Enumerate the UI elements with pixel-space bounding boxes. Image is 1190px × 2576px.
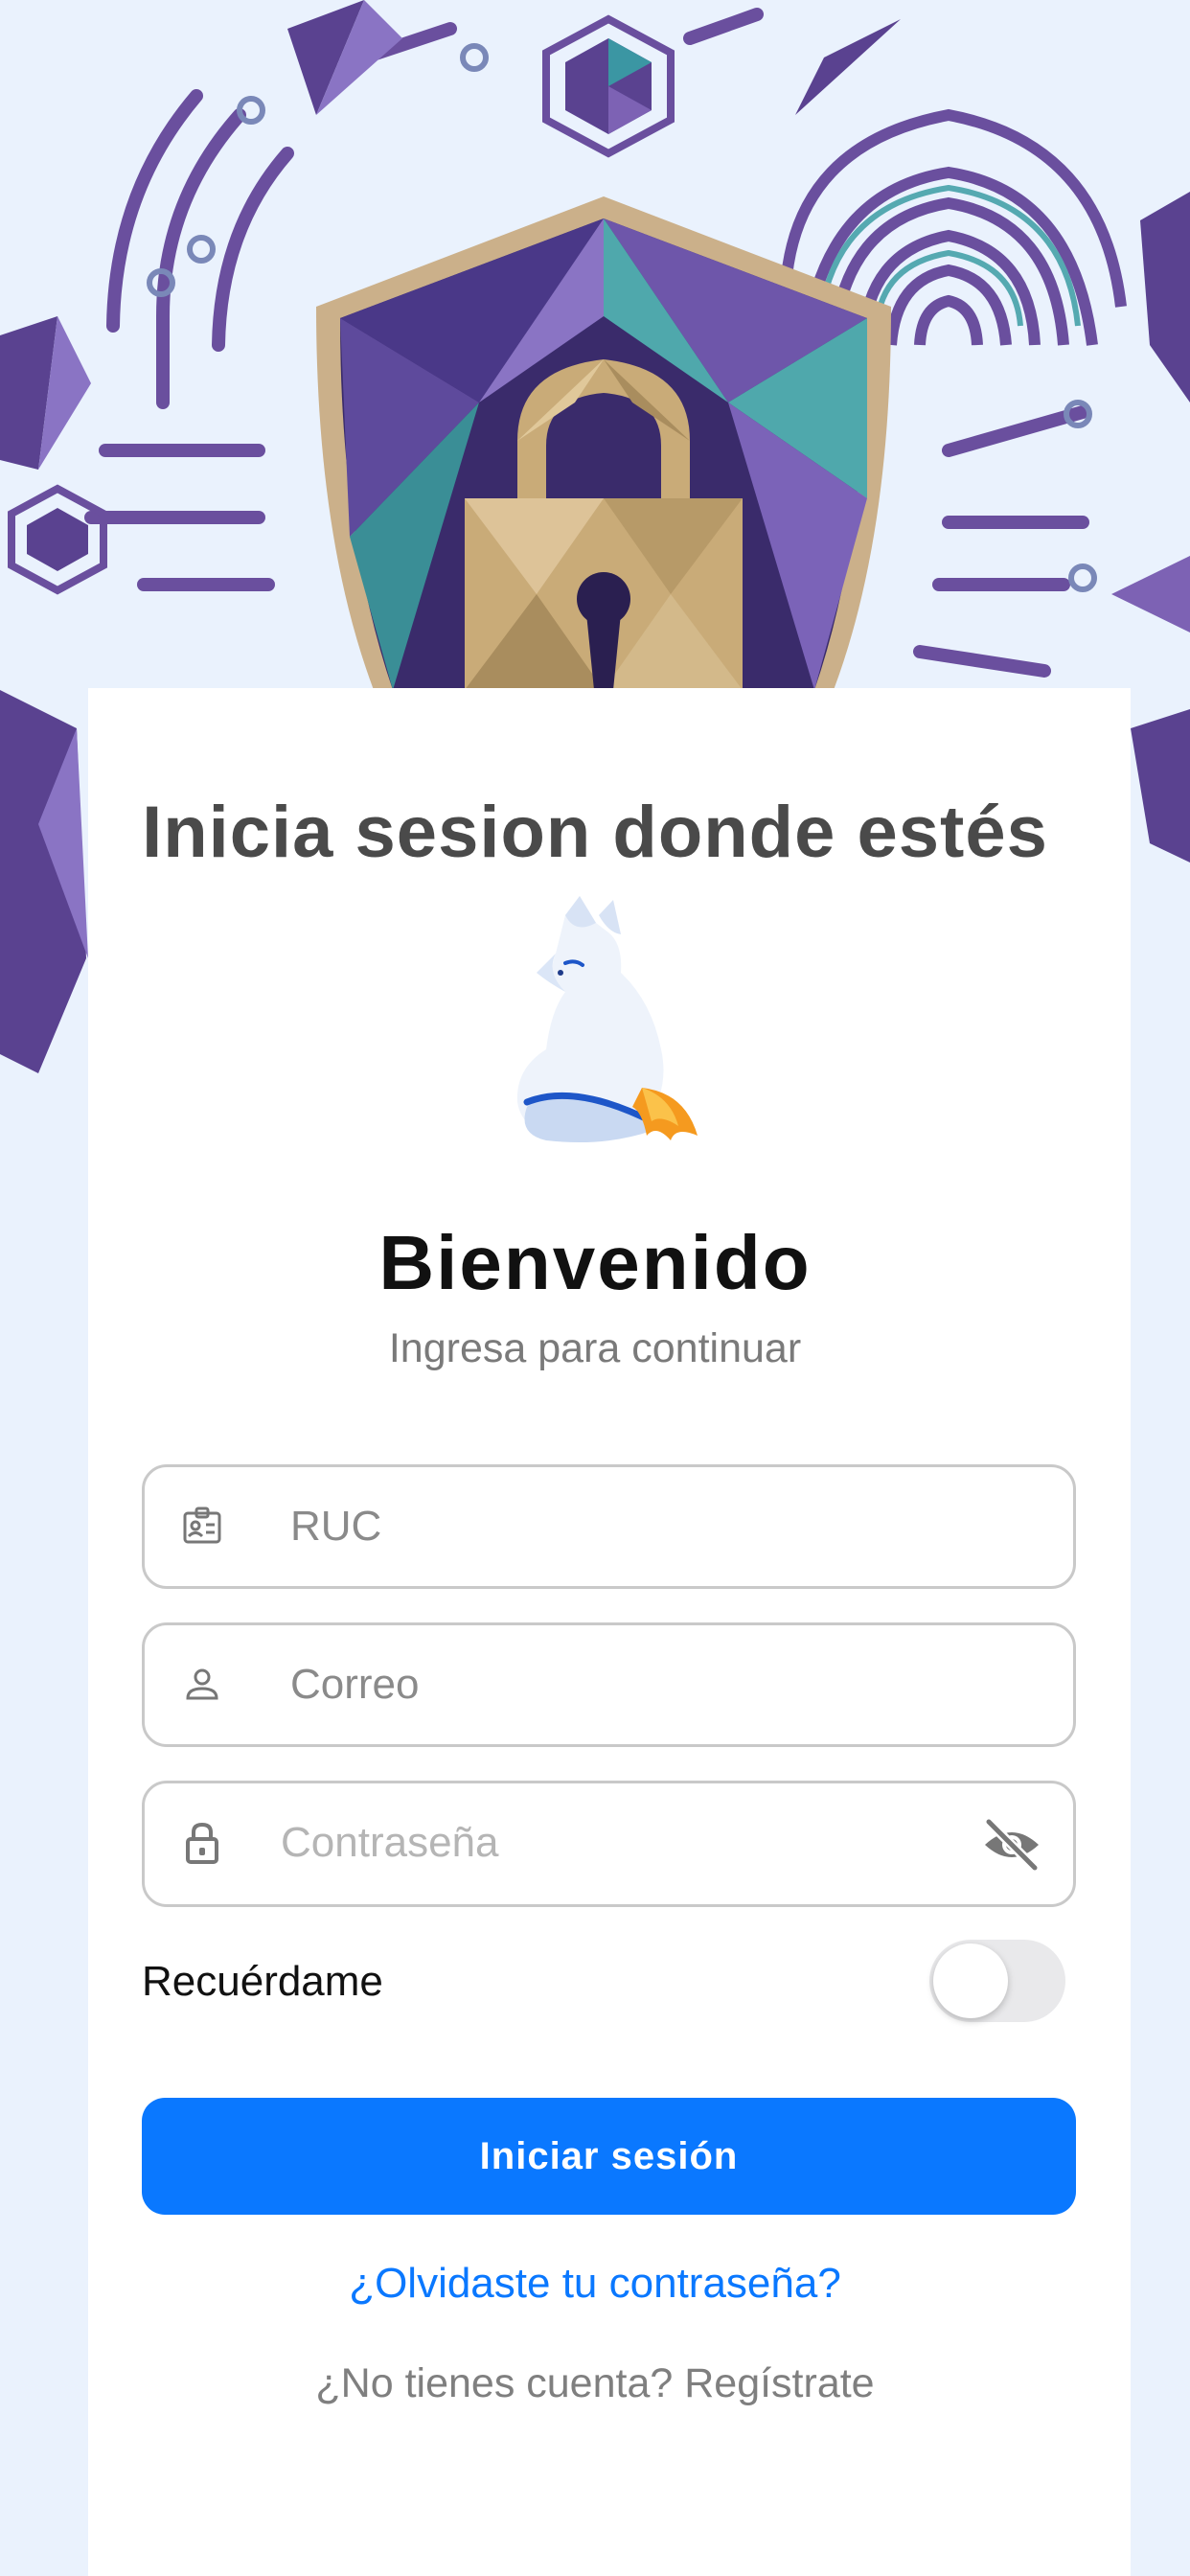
remember-me-label: Recuérdame (142, 1958, 383, 2005)
remember-me-toggle[interactable] (929, 1940, 1065, 2022)
id-card-icon (179, 1504, 225, 1550)
email-placeholder: Correo (290, 1661, 420, 1708)
page-headline: Inicia sesion donde estés (142, 792, 1048, 873)
email-input[interactable]: Correo (142, 1622, 1076, 1747)
login-button[interactable]: Iniciar sesión (142, 2098, 1076, 2215)
welcome-subtitle: Ingresa para continuar (388, 1325, 802, 1371)
ruc-input[interactable]: RUC (142, 1464, 1076, 1589)
register-link[interactable]: ¿No tienes cuenta? Regístrate (0, 2360, 1190, 2407)
password-placeholder: Contraseña (281, 1819, 499, 1866)
forgot-password-link[interactable]: ¿Olvidaste tu contraseña? (0, 2260, 1190, 2308)
eye-off-icon[interactable] (981, 1816, 1042, 1874)
fox-mascot-logo (508, 896, 699, 1160)
password-input[interactable]: Contraseña (142, 1781, 1076, 1907)
toggle-knob (933, 1944, 1008, 2018)
lock-icon (179, 1820, 225, 1866)
welcome-title: Bienvenido (378, 1220, 812, 1305)
user-icon (179, 1662, 225, 1708)
ruc-placeholder: RUC (290, 1503, 382, 1550)
